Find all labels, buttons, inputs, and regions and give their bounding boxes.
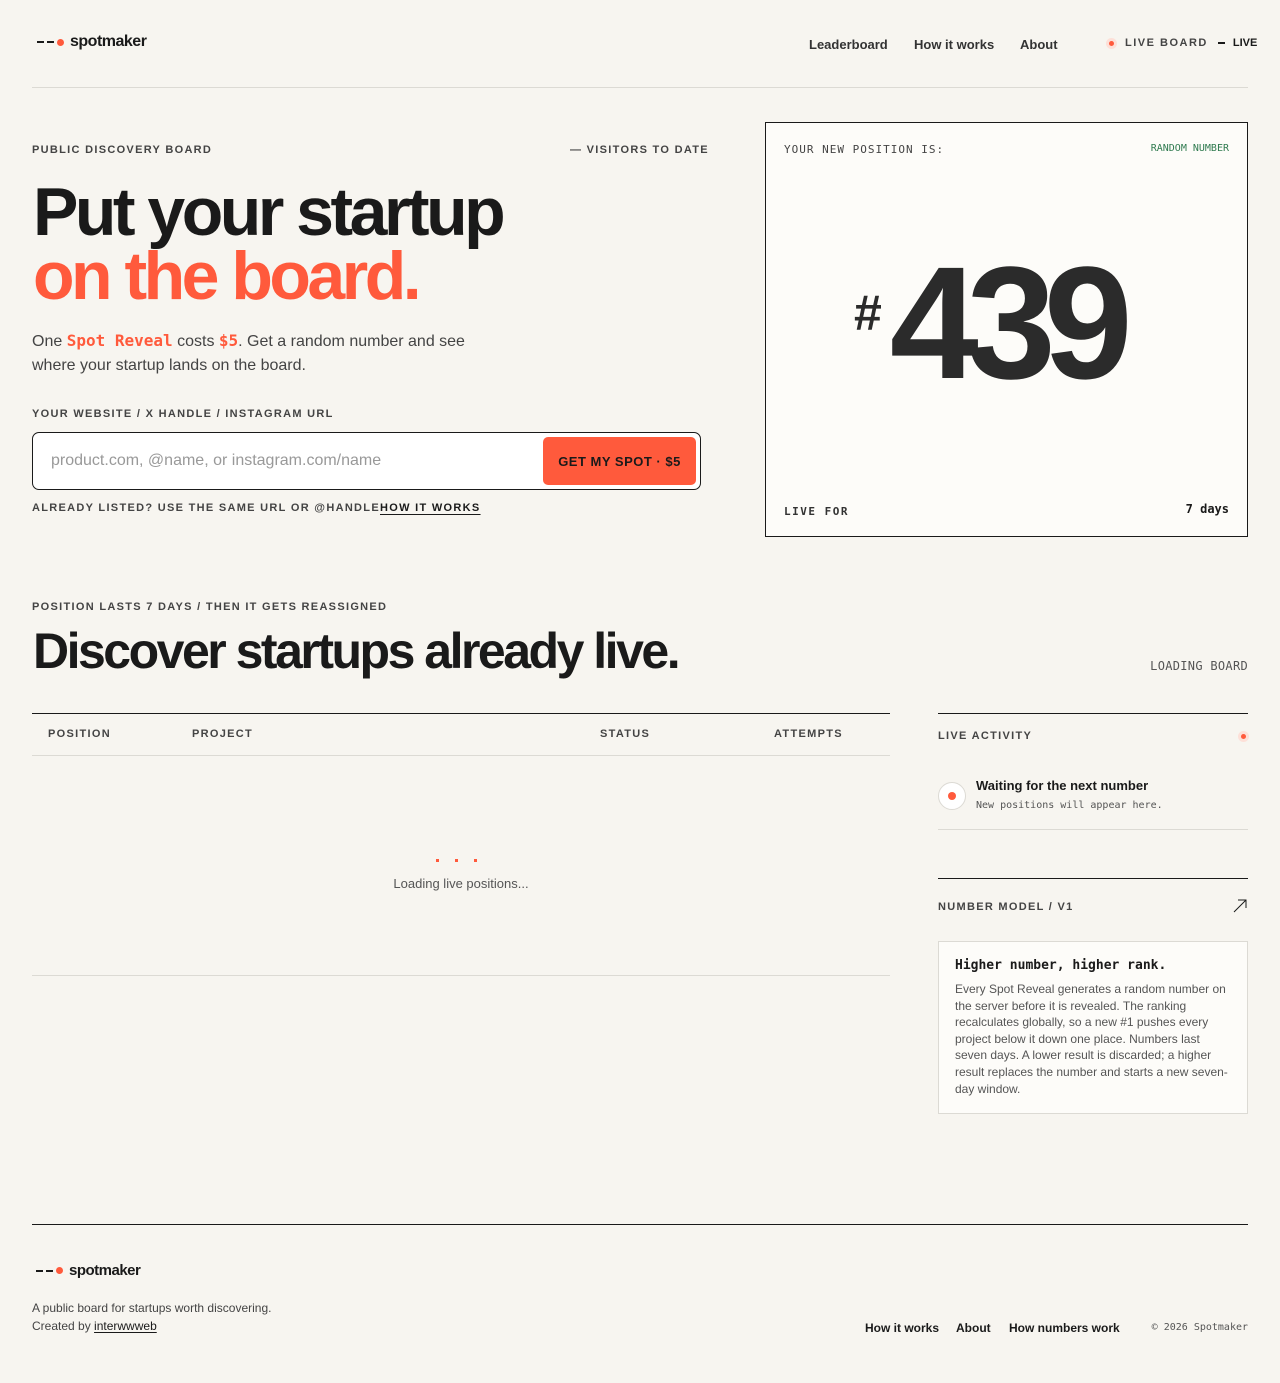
position-number-display: # 439 xyxy=(854,233,1133,412)
footer-link-how-text[interactable]: How it works xyxy=(865,1321,939,1335)
column-status[interactable]: STATUS xyxy=(600,728,650,740)
live-board-indicator[interactable]: LIVE BOARD LIVE xyxy=(1106,37,1257,49)
position-card: YOUR NEW POSITION IS: RANDOM NUMBER # 43… xyxy=(765,122,1248,537)
nav-about[interactable]: About xyxy=(1020,36,1058,54)
hero-title-line2: on the board. xyxy=(33,238,422,314)
loading-board-status: LOADING BOARD xyxy=(1150,659,1248,673)
lead-spot-reveal: Spot Reveal xyxy=(66,331,173,350)
activity-item-title: Waiting for the next number xyxy=(976,778,1149,793)
position-label: YOUR NEW POSITION IS: xyxy=(784,143,945,156)
activity-bottom-border xyxy=(938,829,1248,830)
activity-item-sub: New positions will appear here. xyxy=(976,800,1163,811)
discover-eyebrow: POSITION LASTS 7 DAYS / THEN IT GETS REA… xyxy=(32,601,388,613)
hero-title: Put your startup on the board. xyxy=(33,174,506,314)
number-model-title: NUMBER MODEL / V1 xyxy=(938,901,1074,913)
url-input-group: GET MY SPOT · $5 xyxy=(32,432,701,490)
nav-link-how[interactable]: How it works xyxy=(914,37,994,52)
footer-copyright: © 2026 Spotmaker xyxy=(1151,1322,1248,1333)
footer-divider xyxy=(32,1224,1248,1225)
position-number: 439 xyxy=(889,233,1133,412)
hash-symbol: # xyxy=(854,285,882,341)
header-divider xyxy=(32,87,1248,88)
model-body: Every Spot Reveal generates a random num… xyxy=(955,982,1228,1096)
nav-how-it-works[interactable]: How it works xyxy=(914,36,994,54)
loading-text: Loading live positions... xyxy=(393,876,529,891)
brand-logo[interactable]: spotmaker xyxy=(37,33,147,51)
footer-link-how[interactable]: How it works xyxy=(865,1319,939,1337)
column-attempts[interactable]: ATTEMPTS xyxy=(774,728,843,740)
hero-title-line1: Put your startup xyxy=(33,174,506,250)
url-input[interactable] xyxy=(37,452,543,470)
nav-leaderboard[interactable]: Leaderboard xyxy=(809,36,888,54)
created-by-text: Created by xyxy=(32,1319,95,1333)
model-heading: Higher number, higher rank. xyxy=(955,958,1167,973)
discover-title: Discover startups already live. xyxy=(33,623,681,679)
column-project[interactable]: PROJECT xyxy=(192,728,253,740)
footer-logo-mark-icon xyxy=(36,1267,63,1274)
nav-link-about[interactable]: About xyxy=(1020,37,1058,52)
live-for-label: LIVE FOR xyxy=(784,505,849,518)
arrow-up-right-icon[interactable] xyxy=(1232,898,1248,914)
table-header-divider xyxy=(32,755,890,756)
footer-link-about-text[interactable]: About xyxy=(956,1321,991,1335)
activity-top-border xyxy=(938,713,1248,714)
live-dot-icon xyxy=(1106,37,1117,49)
footer-logo[interactable]: spotmaker xyxy=(36,1262,141,1279)
table-top-border xyxy=(32,713,890,714)
table-bottom-border xyxy=(32,975,890,976)
creator-link[interactable]: interwwweb xyxy=(94,1319,157,1333)
hero-lead: One Spot Reveal costs $5. Get a random n… xyxy=(32,329,482,378)
hero-eyebrow: PUBLIC DISCOVERY BOARD xyxy=(32,144,213,156)
live-activity-title: LIVE ACTIVITY xyxy=(938,730,1033,742)
nav-link-leaderboard[interactable]: Leaderboard xyxy=(809,37,888,52)
model-top-border xyxy=(938,878,1248,879)
loading-dots-icon xyxy=(428,849,485,867)
brand-name: spotmaker xyxy=(70,33,147,50)
footer-tagline: A public board for startups worth discov… xyxy=(32,1301,272,1315)
live-board-label: LIVE BOARD xyxy=(1125,37,1208,49)
column-position[interactable]: POSITION xyxy=(48,728,111,740)
lead-price: $5 xyxy=(218,331,239,350)
dash-icon xyxy=(1217,42,1225,44)
input-label: YOUR WEBSITE / X HANDLE / INSTAGRAM URL xyxy=(32,408,334,420)
get-my-spot-button[interactable]: GET MY SPOT · $5 xyxy=(543,437,696,485)
footer-link-numbers[interactable]: How numbers work xyxy=(1009,1319,1120,1337)
footer-brand-name: spotmaker xyxy=(69,1262,141,1279)
activity-live-dot-icon xyxy=(1238,731,1249,742)
already-listed-note: ALREADY LISTED? USE THE SAME URL OR @HAN… xyxy=(32,502,380,514)
lead-mid: costs xyxy=(172,333,219,350)
live-status: LIVE xyxy=(1232,37,1258,49)
number-model-panel: Higher number, higher rank. Every Spot R… xyxy=(938,941,1248,1114)
footer-created-by: Created by interwwweb xyxy=(32,1319,157,1333)
visitors-to-date: — VISITORS TO DATE xyxy=(570,144,709,156)
footer-link-about[interactable]: About xyxy=(956,1319,991,1337)
footer-link-numbers-text[interactable]: How numbers work xyxy=(1009,1321,1120,1335)
random-number-tag: RANDOM NUMBER xyxy=(1150,143,1229,154)
activity-pulse-icon xyxy=(938,782,966,810)
lead-pre: One xyxy=(32,333,67,350)
live-for-value: 7 days xyxy=(1185,502,1229,516)
logo-mark-icon xyxy=(37,38,64,46)
how-it-works-link[interactable]: HOW IT WORKS xyxy=(380,502,481,514)
